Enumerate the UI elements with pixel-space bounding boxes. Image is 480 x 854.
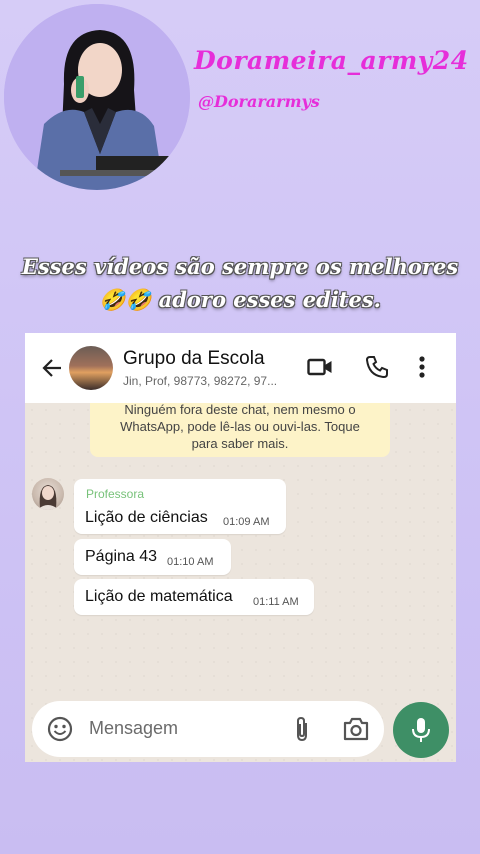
camera-icon[interactable] [342, 716, 370, 742]
message-input-bar[interactable]: Mensagem [32, 701, 384, 757]
caption-line-1: Esses vídeos são sempre os melhores [21, 254, 459, 279]
message-bubble[interactable]: Lição de matemática 01:11 AM [74, 579, 314, 615]
profile-photo [4, 4, 190, 190]
message-time: 01:09 AM [223, 516, 270, 528]
microphone-icon [412, 718, 430, 742]
chat-header: Grupo da Escola Jin, Prof, 98773, 98272,… [25, 333, 456, 403]
notice-line-2: WhatsApp, pode lê-las ou ouvi-las. Toque [120, 419, 360, 434]
profile-username: Dorameira_army24 [194, 46, 469, 75]
encryption-notice[interactable]: Ninguém fora deste chat, nem mesmo o Wha… [90, 401, 390, 457]
message-text: Lição de matemática [85, 588, 233, 605]
video-caption: Esses vídeos são sempre os melhores 🤣🤣 a… [0, 250, 480, 317]
message-text: Lição de ciências [85, 509, 208, 526]
notice-line-1: Ninguém fora deste chat, nem mesmo o [124, 402, 356, 417]
microphone-button[interactable] [393, 702, 449, 758]
back-arrow-icon[interactable] [35, 351, 69, 385]
video-call-icon[interactable] [306, 353, 334, 381]
message-bubble[interactable]: Professora Lição de ciências 01:09 AM [74, 479, 286, 534]
message-time: 01:10 AM [167, 556, 214, 568]
laughing-emoji-icon: 🤣🤣 [98, 288, 152, 312]
message-text: Página 43 [85, 548, 158, 565]
group-info[interactable]: Grupo da Escola Jin, Prof, 98773, 98272,… [123, 348, 303, 388]
sender-avatar[interactable] [32, 478, 64, 510]
whatsapp-chat-screenshot: Ninguém fora deste chat, nem mesmo o Wha… [25, 333, 456, 762]
group-name: Grupo da Escola [123, 348, 265, 369]
caption-line-2-text: adoro esses edites. [151, 287, 381, 312]
phone-call-icon[interactable] [363, 353, 391, 381]
profile-handle: @Dorararmys [198, 92, 320, 111]
message-time: 01:11 AM [253, 596, 299, 608]
caption-line-2: 🤣🤣 adoro esses edites. [0, 283, 480, 317]
group-members: Jin, Prof, 98773, 98272, 97... [123, 374, 278, 388]
sender-name: Professora [86, 487, 145, 501]
message-input[interactable]: Mensagem [89, 718, 178, 739]
profile-avatar[interactable] [4, 4, 190, 190]
message-bubble[interactable]: Página 43 01:10 AM [74, 539, 231, 575]
emoji-icon[interactable] [46, 715, 74, 743]
attach-paperclip-icon[interactable] [290, 715, 314, 743]
more-options-icon[interactable] [408, 353, 436, 381]
notice-line-3: para saber mais. [191, 436, 289, 451]
group-avatar[interactable] [69, 346, 113, 390]
